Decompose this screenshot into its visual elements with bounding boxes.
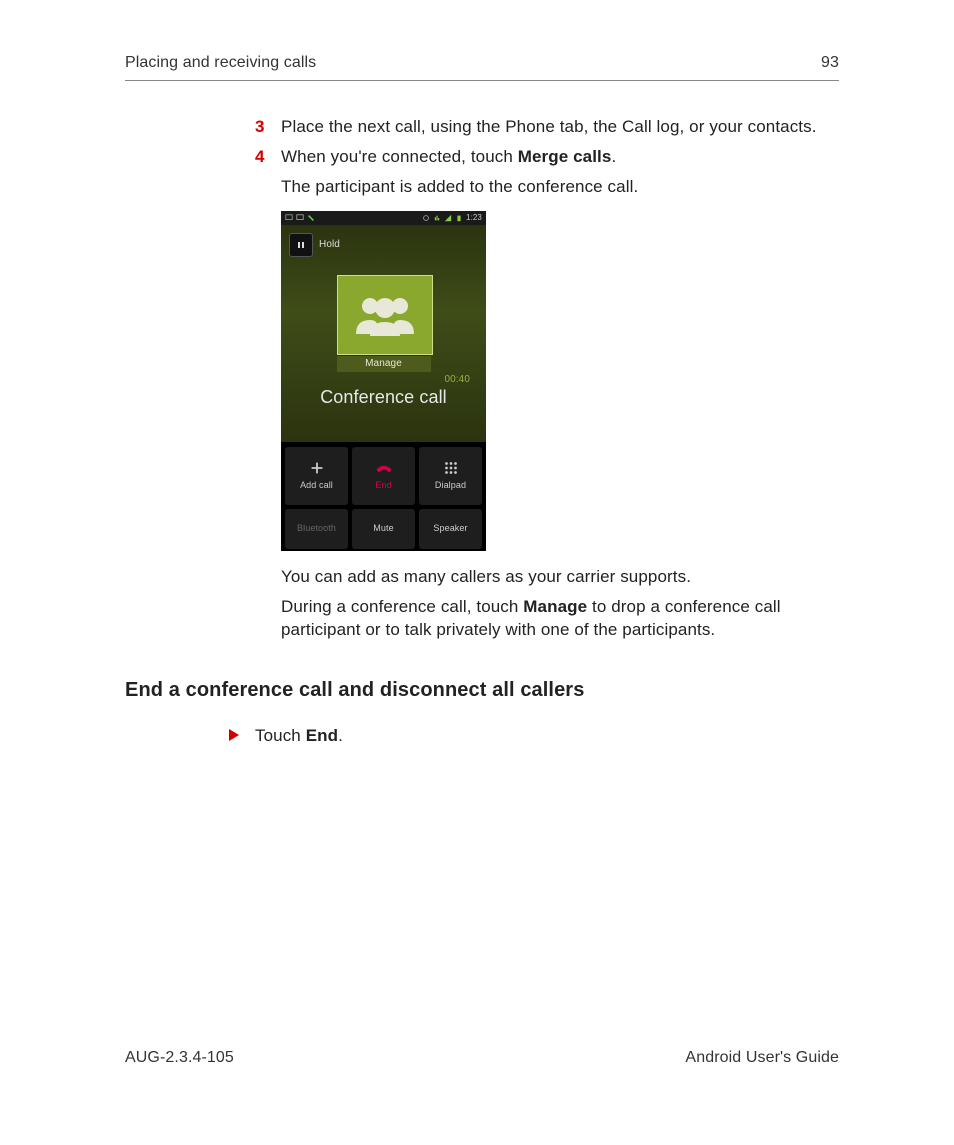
- text-bold: Manage: [523, 597, 587, 616]
- step-subtext: The participant is added to the conferen…: [281, 175, 839, 199]
- caption-2: During a conference call, touch Manage t…: [281, 595, 839, 643]
- notification-icon: [285, 214, 293, 222]
- text-after: .: [338, 726, 343, 745]
- step-text: When you're connected, touch Merge calls…: [281, 145, 616, 169]
- section-heading: End a conference call and disconnect all…: [125, 676, 839, 704]
- step-text: Place the next call, using the Phone tab…: [281, 115, 817, 139]
- button-label: End: [375, 479, 391, 492]
- hangup-icon: [375, 459, 393, 477]
- call-button-row: Add call End Dialpad: [281, 443, 486, 551]
- step-number: 4: [255, 145, 281, 169]
- section-title: Placing and receiving calls: [125, 52, 316, 74]
- status-right: 1:23: [422, 212, 482, 223]
- doc-title: Android User's Guide: [685, 1047, 839, 1069]
- phone-icon: [307, 214, 315, 222]
- dialpad-icon: [442, 459, 460, 477]
- signal-icon: [444, 214, 452, 222]
- gps-icon: [422, 214, 430, 222]
- body-content: 3 Place the next call, using the Phone t…: [255, 115, 839, 642]
- dialpad-button[interactable]: Dialpad: [419, 447, 482, 505]
- bullet-text: Touch End.: [255, 724, 343, 748]
- button-label: Add call: [300, 479, 333, 492]
- status-left: [285, 214, 315, 222]
- end-call-step: Touch End.: [229, 724, 839, 748]
- embedded-screenshot: 1:23 Hold: [281, 211, 839, 551]
- call-title: Conference call: [281, 385, 486, 410]
- step-4: 4 When you're connected, touch Merge cal…: [255, 145, 839, 169]
- step-text-before: Place the next call, using the Phone tab…: [281, 117, 817, 136]
- page-header: Placing and receiving calls 93: [125, 52, 839, 81]
- speaker-button[interactable]: Speaker: [419, 509, 482, 549]
- add-call-button[interactable]: Add call: [285, 447, 348, 505]
- notification-icon: [296, 214, 304, 222]
- button-label: Speaker: [433, 522, 467, 535]
- document-page: Placing and receiving calls 93 3 Place t…: [0, 0, 954, 1145]
- manage-button[interactable]: Manage: [337, 355, 431, 372]
- data-icon: [433, 214, 441, 222]
- step-text-bold: Merge calls: [518, 147, 612, 166]
- text-before: During a conference call, touch: [281, 597, 523, 616]
- status-time: 1:23: [466, 212, 482, 223]
- button-label: Dialpad: [435, 479, 466, 492]
- button-label: Mute: [373, 522, 393, 535]
- pause-icon[interactable]: [289, 233, 313, 257]
- page-footer: AUG-2.3.4-105 Android User's Guide: [125, 1047, 839, 1069]
- text-before: Touch: [255, 726, 306, 745]
- call-screen: Hold Ma: [281, 225, 486, 442]
- button-label: Bluetooth: [297, 522, 336, 535]
- text-bold: End: [306, 726, 338, 745]
- status-bar: 1:23: [281, 211, 486, 225]
- plus-icon: [308, 459, 326, 477]
- doc-id: AUG-2.3.4-105: [125, 1047, 234, 1069]
- step-text-before: When you're connected, touch: [281, 147, 518, 166]
- triangle-bullet-icon: [229, 724, 255, 748]
- step-text-after: .: [611, 147, 616, 166]
- caption-1: You can add as many callers as your carr…: [281, 565, 839, 589]
- bluetooth-button[interactable]: Bluetooth: [285, 509, 348, 549]
- hold-control[interactable]: Hold: [289, 233, 340, 257]
- mute-button[interactable]: Mute: [352, 509, 415, 549]
- step-3: 3 Place the next call, using the Phone t…: [255, 115, 839, 139]
- phone-mockup: 1:23 Hold: [281, 211, 486, 551]
- hold-label: Hold: [319, 238, 340, 252]
- battery-icon: [455, 214, 463, 222]
- group-avatar-icon: [337, 275, 433, 355]
- end-call-button[interactable]: End: [352, 447, 415, 505]
- contact-avatar-block[interactable]: Manage: [337, 275, 431, 372]
- step-number: 3: [255, 115, 281, 139]
- page-number: 93: [821, 52, 839, 74]
